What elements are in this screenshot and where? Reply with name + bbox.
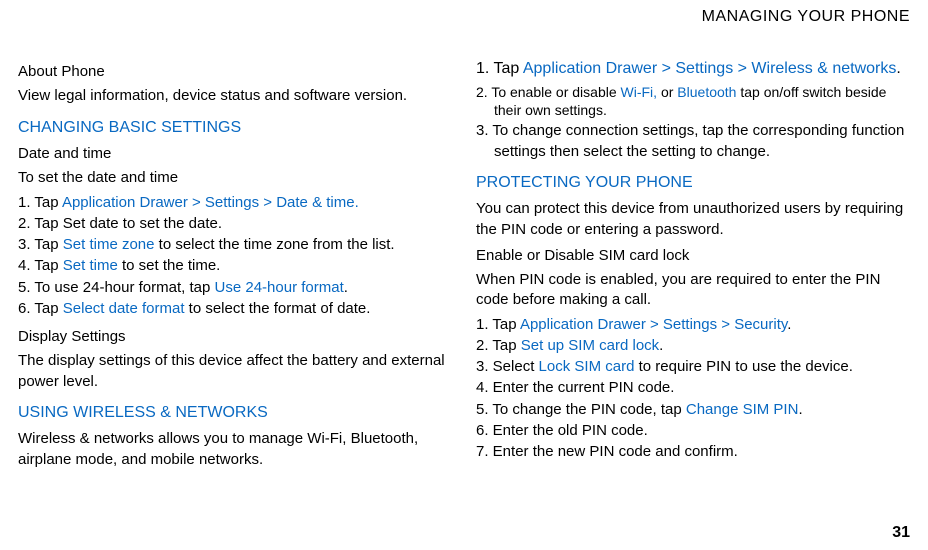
list-item: 5. To change the PIN code, tap Change SI… [476,400,910,420]
right-column: 1. Tap Application Drawer > Settings > W… [476,56,910,474]
protecting-heading: PROTECTING YOUR PHONE [476,172,910,194]
step-text: 1. Tap [476,316,520,333]
step-text: 3. Select [476,358,539,375]
sim-lock-body: When PIN code is enabled, you are requir… [476,270,910,311]
display-settings-title: Display Settings [18,327,452,347]
link-set-time-zone: Set time zone [63,236,155,253]
link-bluetooth: Bluetooth [677,84,736,100]
step-text: to set the time. [118,257,221,274]
list-item: 3. Tap Set time zone to select the time … [18,235,452,255]
link-change-sim-pin: Change SIM PIN [686,401,799,418]
step-text: . [896,60,900,77]
content-columns: About Phone View legal information, devi… [0,0,928,474]
step-text: . [659,337,663,354]
list-item: 3. Select Lock SIM card to require PIN t… [476,357,910,377]
list-item: 1. Tap Application Drawer > Settings > W… [476,56,910,82]
list-item: 5. To use 24-hour format, tap Use 24-hou… [18,278,452,298]
step-text: 2. Tap [476,337,521,354]
step-text: 1. Tap [476,60,523,77]
date-time-sub: To set the date and time [18,168,452,188]
list-item: 4. Enter the current PIN code. [476,378,910,398]
wireless-steps: 1. Tap Application Drawer > Settings > W… [476,56,910,162]
link-24hour-format: Use 24-hour format [215,279,344,296]
list-item: 6. Tap Select date format to select the … [18,299,452,319]
step-text: 5. To use 24-hour format, tap [18,279,215,296]
list-item: 3. To change connection settings, tap th… [476,121,910,162]
list-item: 7. Enter the new PIN code and confirm. [476,442,910,462]
step-text: to select the format of date. [185,300,371,317]
step-text: to select the time zone from the list. [154,236,394,253]
step-text: 2. To enable or disable [476,84,621,100]
step-text: 5. To change the PIN code, tap [476,401,686,418]
step-text: . [798,401,802,418]
list-item: 1. Tap Application Drawer > Settings > D… [18,193,452,213]
list-item: 2. To enable or disable Wi-Fi, or Blueto… [476,83,910,121]
step-text: . [787,316,791,333]
link-setup-sim-lock: Set up SIM card lock [521,337,659,354]
wireless-heading: USING WIRELESS & NETWORKS [18,402,452,424]
date-time-steps: 1. Tap Application Drawer > Settings > D… [18,193,452,320]
link-security-path: Application Drawer > Settings > Security [520,316,787,333]
step-text: 4. Tap [18,257,63,274]
list-item: 2. Tap Set date to set the date. [18,214,452,234]
link-select-date-format: Select date format [63,300,185,317]
date-time-title: Date and time [18,144,452,164]
link-wifi: Wi-Fi, [621,84,658,100]
page-number: 31 [892,522,910,544]
protecting-body: You can protect this device from unautho… [476,199,910,240]
link-wireless-path: Application Drawer > Settings > Wireless… [523,60,896,77]
list-item: 6. Enter the old PIN code. [476,421,910,441]
step-text: to require PIN to use the device. [634,358,852,375]
list-item: 1. Tap Application Drawer > Settings > S… [476,315,910,335]
changing-basic-heading: CHANGING BASIC SETTINGS [18,117,452,139]
step-text: 6. Tap [18,300,63,317]
about-phone-title: About Phone [18,62,452,82]
link-date-time-path: Application Drawer > Settings > Date & t… [62,194,359,211]
step-text: 3. Tap [18,236,63,253]
left-column: About Phone View legal information, devi… [18,56,452,474]
wireless-body: Wireless & networks allows you to manage… [18,429,452,470]
step-text: 1. Tap [18,194,62,211]
sim-lock-title: Enable or Disable SIM card lock [476,246,910,266]
list-item: 4. Tap Set time to set the time. [18,256,452,276]
step-text: or [657,84,677,100]
page-header: MANAGING YOUR PHONE [702,6,910,28]
step-text: . [344,279,348,296]
about-phone-body: View legal information, device status an… [18,86,452,106]
link-set-time: Set time [63,257,118,274]
sim-steps: 1. Tap Application Drawer > Settings > S… [476,315,910,463]
list-item: 2. Tap Set up SIM card lock. [476,336,910,356]
display-settings-body: The display settings of this device affe… [18,351,452,392]
link-lock-sim-card: Lock SIM card [539,358,635,375]
